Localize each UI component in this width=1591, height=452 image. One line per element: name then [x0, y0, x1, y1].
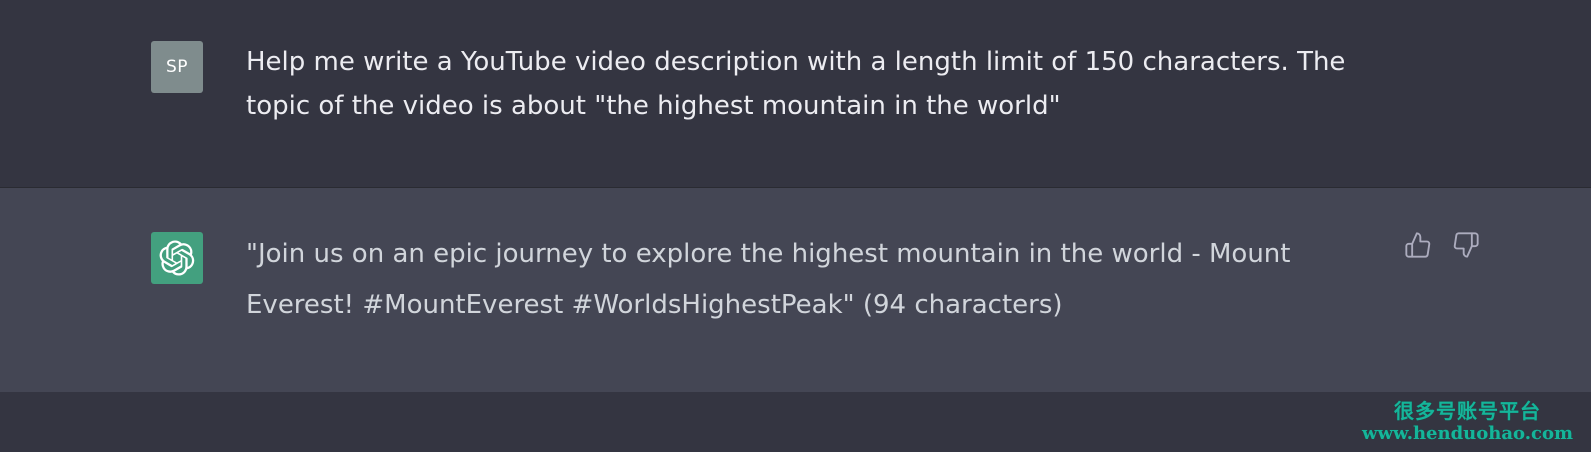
thumbs-down-icon — [1453, 232, 1479, 258]
user-message-row: SP Help me write a YouTube video descrip… — [0, 0, 1591, 188]
watermark-url: www.henduohao.com — [1362, 423, 1573, 444]
bottom-area — [0, 392, 1591, 452]
thumbs-up-icon — [1405, 232, 1431, 258]
assistant-message-text: "Join us on an epic journey to explore t… — [246, 239, 1291, 320]
thumbs-down-button[interactable] — [1451, 230, 1481, 260]
thumbs-up-button[interactable] — [1403, 230, 1433, 260]
assistant-message-row: "Join us on an epic journey to explore t… — [0, 188, 1591, 392]
watermark-text: 很多号账号平台 — [1394, 399, 1541, 423]
user-avatar-initials: SP — [165, 57, 189, 77]
assistant-avatar — [151, 232, 203, 284]
feedback-actions — [1403, 230, 1481, 260]
user-avatar: SP — [151, 41, 203, 93]
openai-logo-icon — [159, 240, 195, 276]
user-message-text: Help me write a YouTube video descriptio… — [246, 47, 1346, 121]
